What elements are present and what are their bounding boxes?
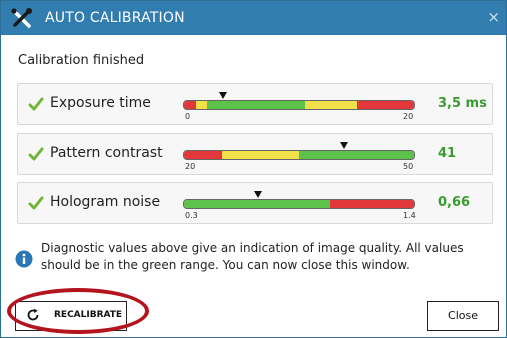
metric-value: 41 bbox=[438, 146, 457, 161]
checkmark-icon bbox=[28, 97, 44, 111]
recalibrate-highlight-ring bbox=[7, 288, 149, 334]
metric-label: Pattern contrast bbox=[50, 145, 163, 161]
close-button-label: Close bbox=[448, 309, 478, 322]
gauge-marker bbox=[340, 142, 348, 149]
gauge-max-label: 1.4 bbox=[403, 211, 416, 220]
gauge-zone bbox=[304, 101, 357, 109]
metric-gauge-bar bbox=[183, 150, 415, 160]
metric-gauge-bar bbox=[183, 199, 415, 209]
metric-row: Pattern contrast 20 50 41 bbox=[17, 133, 493, 175]
metric-gauge-bar bbox=[183, 100, 415, 110]
close-button[interactable]: Close bbox=[427, 301, 499, 331]
gauge-marker bbox=[254, 191, 263, 198]
metric-row: Exposure time 0 20 3,5 ms bbox=[17, 83, 493, 125]
metric-row: Hologram noise 0.3 1.4 0,66 bbox=[17, 182, 493, 224]
gauge-max-label: 50 bbox=[403, 162, 414, 171]
checkmark-icon bbox=[28, 147, 44, 161]
gauge-zone bbox=[184, 101, 196, 109]
info-icon bbox=[15, 250, 33, 268]
calibration-status: Calibration finished bbox=[18, 53, 145, 68]
gauge-zone bbox=[184, 200, 331, 208]
metric-label: Exposure time bbox=[50, 95, 151, 111]
gauge-zone bbox=[330, 200, 414, 208]
gauge-zone bbox=[195, 101, 207, 109]
gauge-max-label: 20 bbox=[403, 112, 414, 121]
close-window-icon[interactable]: × bbox=[487, 8, 500, 26]
metric-label: Hologram noise bbox=[50, 194, 161, 210]
window-title: AUTO CALIBRATION bbox=[45, 10, 185, 26]
gauge-zone bbox=[298, 151, 414, 159]
gauge-min-label: 0 bbox=[185, 112, 191, 121]
tools-cross-icon bbox=[11, 8, 32, 28]
gauge-min-label: 20 bbox=[185, 162, 196, 171]
checkmark-icon bbox=[28, 196, 44, 210]
gauge-zone bbox=[184, 151, 223, 159]
info-message: Diagnostic values above give an indicati… bbox=[41, 241, 464, 272]
gauge-min-label: 0.3 bbox=[185, 211, 198, 220]
gauge-zone bbox=[222, 151, 299, 159]
title-bar: AUTO CALIBRATION × bbox=[1, 1, 506, 35]
gauge-marker bbox=[219, 92, 228, 99]
auto-calibration-dialog: AUTO CALIBRATION × Calibration finished … bbox=[0, 0, 507, 338]
metric-value: 0,66 bbox=[438, 195, 471, 210]
gauge-zone bbox=[207, 101, 305, 109]
metric-value: 3,5 ms bbox=[438, 96, 487, 111]
gauge-zone bbox=[356, 101, 414, 109]
